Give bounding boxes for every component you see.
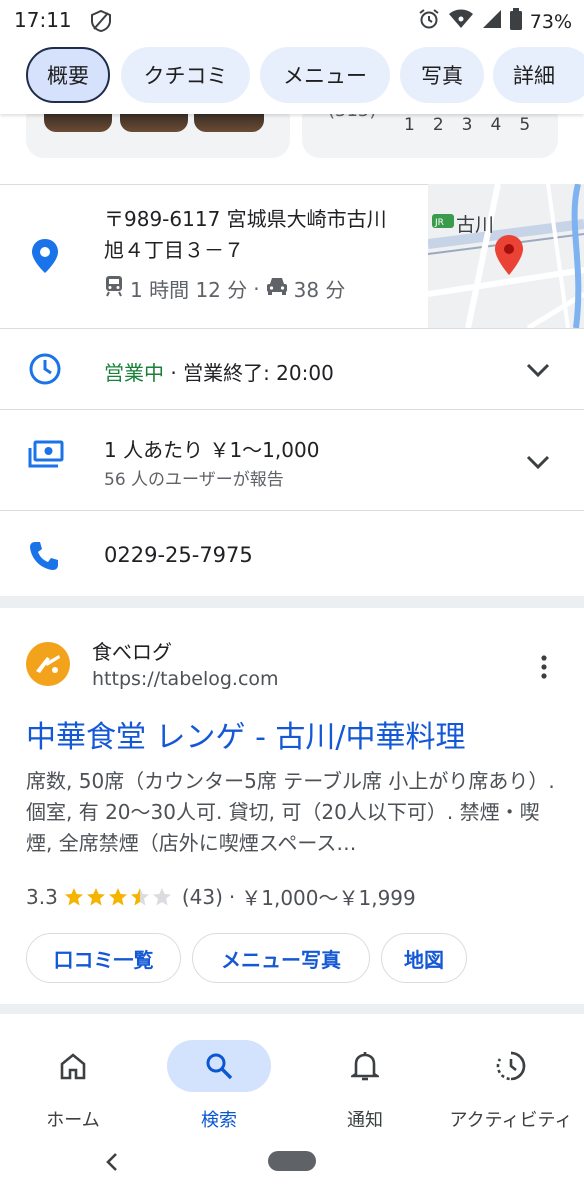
nav-activity[interactable]: アクティビティ [438,1040,584,1132]
back-icon[interactable] [104,1150,120,1178]
chip-menu[interactable]: メニュー [260,47,390,103]
separator: · [253,276,260,301]
rating-tick: 4 [490,115,502,135]
price-sub: 56 人のユーザーが報告 [104,470,284,490]
hours-row[interactable]: 営業中 · 営業終了: 20:00 [104,357,334,386]
chip-details[interactable]: 詳細 [493,47,584,103]
bell-icon [292,1040,438,1092]
nav-notifications[interactable]: 通知 [292,1040,438,1132]
chip-reviews[interactable]: クチコミ [121,47,250,103]
nav-activity-label: アクティビティ [449,1110,573,1131]
result-url[interactable]: https://tabelog.com [92,668,279,690]
photo-thumbnail[interactable] [120,114,188,132]
tabelog-favicon [26,642,70,686]
rating-tick: 5 [519,115,531,135]
rating-value: 3.3 [26,884,58,909]
shield-icon [90,9,112,37]
activity-icon [438,1040,584,1092]
photo-thumbnail[interactable] [194,114,264,132]
closing-time: 営業終了: 20:00 [183,361,334,385]
nav-search-label: 検索 [201,1110,237,1131]
battery-icon [509,8,522,35]
battery-percent: 73% [529,10,572,33]
phone-icon [28,540,60,576]
map-pin-icon [494,234,524,280]
chip-overview[interactable]: 概要 [26,47,110,103]
search-icon [167,1040,271,1092]
result-site-name[interactable]: 食べログ [92,636,172,665]
address-text[interactable]: 〒989-6117 宮城県大崎市古川旭４丁目３－７ [104,204,404,266]
menu-photos-button[interactable]: メニュー写真 [192,933,370,983]
map-thumbnail[interactable]: JR 古川 [428,184,584,328]
star-empty-icon [152,887,171,905]
svg-text:JR: JR [434,218,444,228]
divider [0,409,584,410]
chevron-down-icon[interactable] [524,358,552,386]
bottom-navigation: ホーム 検索 通知 アクティビティ [0,1030,584,1200]
open-status: 営業中 [104,361,164,385]
divider [0,510,584,511]
home-icon [0,1040,146,1092]
car-icon [266,276,288,301]
map-button[interactable]: 地図 [381,933,467,983]
train-icon [104,275,124,302]
price-main[interactable]: 1 人あたり ￥1～1,000 [104,434,319,463]
drive-time: 38 分 [293,278,346,302]
result-title-link[interactable]: 中華食堂 レンゲ - 古川/中華料理 [26,712,466,756]
star-half-icon [130,887,149,905]
nav-home[interactable]: ホーム [0,1040,146,1132]
review-count: (43) [181,884,223,909]
result-snippet: 席数, 50席（カウンター5席 テーブル席 小上がり席あり）. 個室, 有 20… [26,769,555,855]
wifi-icon [448,9,474,34]
separator: · [228,884,236,909]
alarm-icon [418,8,440,35]
nav-notifications-label: 通知 [347,1110,383,1131]
status-bar: 17:11 73% [0,0,584,40]
chip-photos[interactable]: 写真 [400,47,484,103]
money-icon [28,440,64,474]
divider [0,328,584,329]
rating-tick: 2 [432,115,444,135]
star-icon [108,887,127,905]
location-pin-icon [30,238,60,278]
nav-home-label: ホーム [46,1110,100,1131]
rating-tick: 1 [404,115,415,135]
rating-ticks: 1 2 3 4 5 [404,115,530,135]
home-gesture-bar[interactable] [268,1151,316,1171]
price-range: ￥1,000～￥1,999 [241,886,416,910]
phone-number[interactable]: 0229-25-7975 [104,543,253,567]
section-separator [0,596,584,608]
reviews-list-button[interactable]: 口コミ一覧 [26,933,181,983]
status-time: 17:11 [14,8,72,32]
result-rating: 3.3 (43) · ￥1,000～￥1,999 [26,882,416,911]
nav-search[interactable]: 検索 [146,1040,292,1132]
map-station-label: 古川 [456,214,495,236]
transit-time: 1 時間 12 分 [130,278,248,302]
star-icon [86,887,105,905]
star-icon [64,887,83,905]
rating-tick: 3 [461,115,473,135]
photo-thumbnail[interactable] [44,114,112,132]
section-separator [0,1004,584,1014]
signal-icon [482,9,502,34]
clock-icon [28,352,62,390]
travel-times: 1 時間 12 分 · 38 分 [104,274,345,303]
star-rating [64,887,176,907]
chevron-down-icon[interactable] [524,450,552,478]
section-chip-bar: 概要 クチコミ メニュー 写真 詳細 [0,40,584,114]
separator: · [164,361,184,385]
more-options-icon[interactable] [540,655,548,683]
